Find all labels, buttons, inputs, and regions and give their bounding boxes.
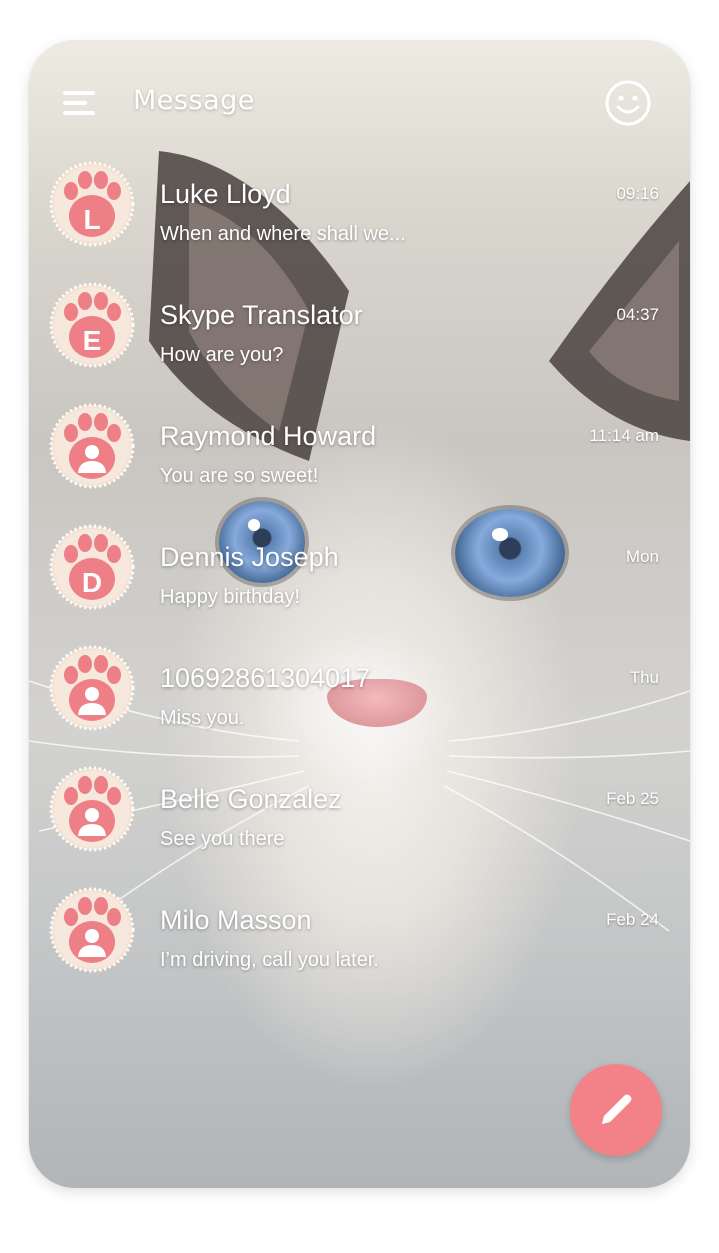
phone-screen: Message L Luke Lloyd When and where shal…: [29, 41, 690, 1188]
paw-person-icon: [49, 887, 135, 973]
avatar: [49, 645, 135, 731]
message-preview: Happy birthday!: [160, 586, 301, 608]
message-time: 09:16: [616, 184, 659, 203]
compose-button[interactable]: [570, 1064, 662, 1156]
avatar: [49, 887, 135, 973]
pencil-icon: [602, 1094, 632, 1124]
message-time: Feb 24: [606, 910, 659, 929]
smiley-face-icon[interactable]: [604, 79, 652, 127]
avatar: E: [49, 282, 135, 368]
avatar-letter: E: [82, 325, 102, 356]
contact-name: Milo Masson: [160, 905, 312, 935]
conversation-row[interactable]: D Dennis Joseph Happy birthday! Mon: [29, 524, 690, 645]
message-time: 04:37: [616, 305, 659, 324]
paw-person-icon: [49, 766, 135, 852]
avatar: L: [49, 161, 135, 247]
contact-name: Belle Gonzalez: [160, 784, 342, 814]
hamburger-menu-icon[interactable]: [63, 91, 95, 117]
avatar: [49, 403, 135, 489]
message-time: 11:14 am: [589, 426, 659, 445]
message-preview: When and where shall we...: [160, 223, 406, 245]
message-time: Thu: [629, 668, 659, 687]
avatar-letter: L: [83, 204, 101, 235]
message-preview: You are so sweet!: [160, 465, 319, 487]
conversation-row[interactable]: 10692861304017 Miss you. Thu: [29, 645, 690, 766]
app-header: Message: [29, 41, 690, 171]
avatar: D: [49, 524, 135, 610]
paw-person-icon: [49, 645, 135, 731]
message-preview: See you there: [160, 828, 285, 850]
conversation-row[interactable]: L Luke Lloyd When and where shall we... …: [29, 161, 690, 282]
conversation-row[interactable]: Raymond Howard You are so sweet! 11:14 a…: [29, 403, 690, 524]
contact-name: Luke Lloyd: [160, 179, 291, 209]
contact-name: Dennis Joseph: [160, 542, 339, 572]
conversation-row[interactable]: E Skype Translator How are you? 04:37: [29, 282, 690, 403]
message-preview: Miss you.: [160, 707, 245, 729]
conversation-row[interactable]: Milo Masson I’m driving, call you later.…: [29, 887, 690, 1008]
avatar: [49, 766, 135, 852]
contact-name: Skype Translator: [160, 300, 363, 330]
message-time: Mon: [625, 547, 659, 566]
contact-name: 10692861304017: [160, 663, 371, 693]
avatar-letter: D: [81, 567, 103, 598]
message-time: Feb 25: [606, 789, 659, 808]
contact-name: Raymond Howard: [160, 421, 377, 451]
paw-person-icon: [49, 403, 135, 489]
message-preview: How are you?: [160, 344, 284, 366]
page-title: Message: [133, 85, 255, 116]
message-preview: I’m driving, call you later.: [160, 949, 379, 971]
conversation-row[interactable]: Belle Gonzalez See you there Feb 25: [29, 766, 690, 887]
